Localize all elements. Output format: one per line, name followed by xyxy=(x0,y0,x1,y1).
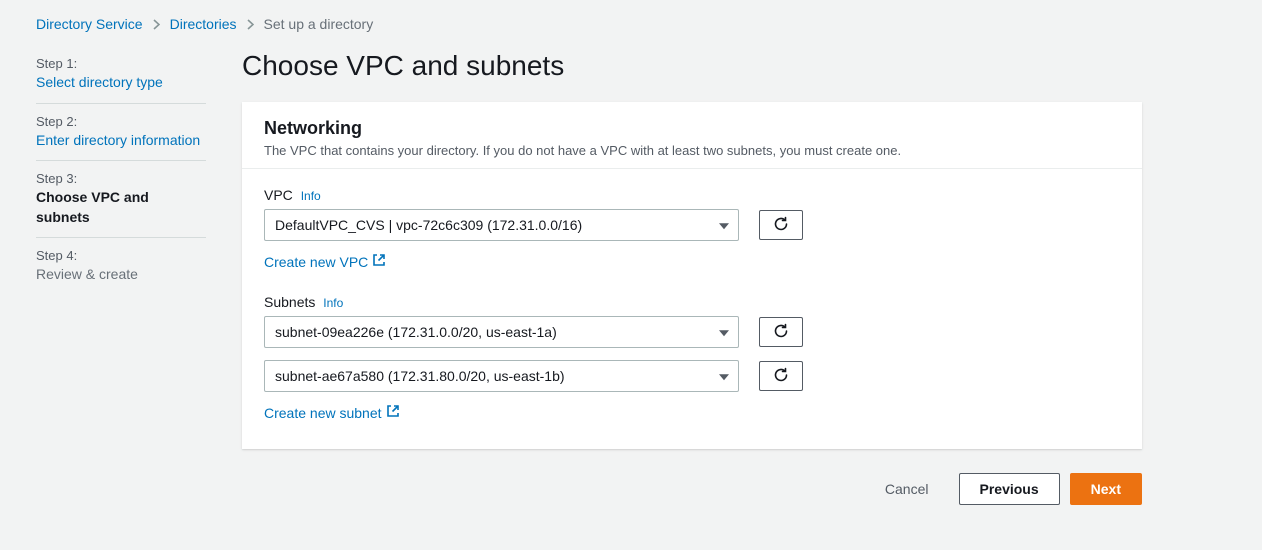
step-label: Step 1: xyxy=(36,56,206,71)
previous-button[interactable]: Previous xyxy=(959,473,1060,505)
vpc-select-wrap: DefaultVPC_CVS | vpc-72c6c309 (172.31.0.… xyxy=(264,209,739,241)
page-title: Choose VPC and subnets xyxy=(242,50,1142,82)
refresh-subnet-2-button[interactable] xyxy=(759,361,803,391)
subnets-group: Subnets Info subnet-09ea226e (172.31.0.0… xyxy=(264,294,1120,421)
refresh-subnet-1-button[interactable] xyxy=(759,317,803,347)
breadcrumb-current: Set up a directory xyxy=(264,16,374,32)
chevron-right-icon xyxy=(247,19,254,30)
subnet-1-select[interactable]: subnet-09ea226e (172.31.0.0/20, us-east-… xyxy=(264,316,739,348)
refresh-icon xyxy=(773,216,789,235)
external-link-icon xyxy=(372,253,386,270)
refresh-icon xyxy=(773,367,789,386)
vpc-label: VPC xyxy=(264,187,293,203)
subnet-2-select[interactable]: subnet-ae67a580 (172.31.80.0/20, us-east… xyxy=(264,360,739,392)
chevron-right-icon xyxy=(153,19,160,30)
breadcrumb-root[interactable]: Directory Service xyxy=(36,16,143,32)
external-link-icon xyxy=(386,404,400,421)
vpc-select[interactable]: DefaultVPC_CVS | vpc-72c6c309 (172.31.0.… xyxy=(264,209,739,241)
subnets-info-link[interactable]: Info xyxy=(323,296,343,310)
create-subnet-link[interactable]: Create new subnet xyxy=(264,404,400,421)
create-vpc-text: Create new VPC xyxy=(264,254,368,270)
step-title[interactable]: Select directory type xyxy=(36,73,206,93)
step-title: Review & create xyxy=(36,265,206,285)
networking-panel: Networking The VPC that contains your di… xyxy=(242,102,1142,449)
refresh-icon xyxy=(773,323,789,342)
step-title[interactable]: Enter directory information xyxy=(36,131,206,151)
vpc-group: VPC Info DefaultVPC_CVS | vpc-72c6c309 (… xyxy=(264,187,1120,270)
subnet-2-select-wrap: subnet-ae67a580 (172.31.80.0/20, us-east… xyxy=(264,360,739,392)
create-subnet-text: Create new subnet xyxy=(264,405,382,421)
step-2[interactable]: Step 2: Enter directory information xyxy=(36,104,206,162)
panel-heading: Networking xyxy=(264,118,1120,139)
cancel-button[interactable]: Cancel xyxy=(865,473,949,505)
create-vpc-link[interactable]: Create new VPC xyxy=(264,253,386,270)
next-button[interactable]: Next xyxy=(1070,473,1142,505)
wizard-steps: Step 1: Select directory type Step 2: En… xyxy=(36,46,206,505)
step-label: Step 2: xyxy=(36,114,206,129)
refresh-vpc-button[interactable] xyxy=(759,210,803,240)
step-1[interactable]: Step 1: Select directory type xyxy=(36,46,206,104)
breadcrumb-parent[interactable]: Directories xyxy=(170,16,237,32)
vpc-info-link[interactable]: Info xyxy=(301,189,321,203)
step-label: Step 3: xyxy=(36,171,206,186)
subnet-1-select-wrap: subnet-09ea226e (172.31.0.0/20, us-east-… xyxy=(264,316,739,348)
step-4: Step 4: Review & create xyxy=(36,238,206,295)
breadcrumb: Directory Service Directories Set up a d… xyxy=(18,10,1244,46)
main-content: Choose VPC and subnets Networking The VP… xyxy=(242,46,1142,505)
panel-description: The VPC that contains your directory. If… xyxy=(264,143,1120,158)
step-label: Step 4: xyxy=(36,248,206,263)
step-title[interactable]: Choose VPC and subnets xyxy=(36,188,206,227)
step-3[interactable]: Step 3: Choose VPC and subnets xyxy=(36,161,206,238)
wizard-footer: Cancel Previous Next xyxy=(242,473,1142,505)
subnets-label: Subnets xyxy=(264,294,315,310)
